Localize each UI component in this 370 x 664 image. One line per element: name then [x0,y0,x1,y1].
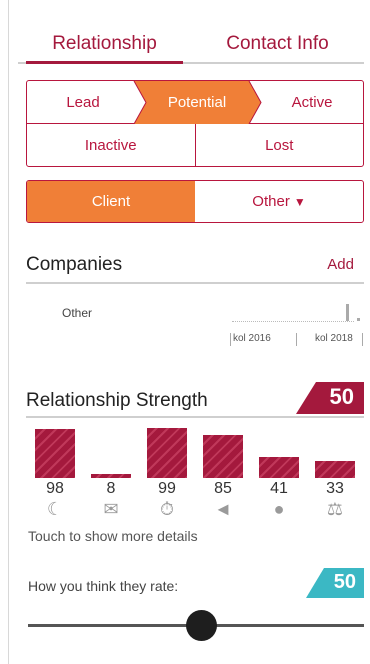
strength-bar[interactable] [203,435,243,478]
strength-bar[interactable] [91,474,131,478]
timeline-marker [346,304,349,321]
stage-active[interactable]: Active [259,81,363,124]
companies-header: Companies Add [26,254,364,284]
strength-bars[interactable] [30,420,360,478]
company-row-label: Other [62,306,93,320]
stage-inactive[interactable]: Inactive [27,124,195,166]
strength-score: 50 [329,384,354,409]
timeline-tick [230,333,231,346]
timeline-dot [357,318,360,321]
strength-bar[interactable] [259,457,299,478]
strength-bar[interactable] [147,428,187,478]
scales-icon: ⚖ [326,499,344,519]
strength-value: 41 [270,480,288,497]
strength-score-badge: 50 [296,382,364,414]
stage-lost[interactable]: Lost [194,124,364,166]
type-selector: Client Other ▼ [26,180,364,223]
timeline-tick [362,333,363,346]
companies-title: Companies [26,254,123,275]
rating-label: How you think they rate: [28,578,179,594]
lightbulb-icon: ● [273,499,285,519]
timeline-dotted-line [232,321,354,322]
strength-value: 8 [106,480,116,497]
strength-bar[interactable] [35,429,75,478]
tab-bar: Relationship Contact Info [18,30,364,64]
timeline-label-end: kol 2018 [315,333,353,344]
stage-lead[interactable]: Lead [27,81,139,124]
caret-down-icon: ▼ [293,195,306,209]
rating-slider-thumb[interactable] [186,610,217,641]
stage-potential[interactable]: Potential [142,81,252,124]
tab-relationship[interactable]: Relationship [18,30,191,64]
stopwatch-icon: ⏱ [159,499,175,519]
rating-value: 50 [333,571,356,593]
stage-selector: Lead Potential Active Inactive Lost [26,80,364,167]
add-company-link[interactable]: Add [327,256,354,273]
stage-row-closed: Inactive Lost [27,124,364,166]
details-hint[interactable]: Touch to show more details [28,528,198,544]
strength-value: 85 [214,480,232,497]
type-other-dropdown[interactable]: Other ▼ [195,181,363,222]
chat-icon: ✉ [103,499,119,519]
moon-icon: ☾ [46,499,64,519]
strength-bar[interactable] [315,461,355,478]
tab-contact-info[interactable]: Contact Info [191,30,364,62]
type-other-label: Other [252,193,290,210]
timeline-label-start: kol 2016 [233,333,271,344]
stage-row-pipeline: Lead Potential Active [27,81,363,124]
rating-badge: 50 [306,568,364,598]
timeline-tick [296,333,297,346]
strength-value: 33 [326,480,344,497]
megaphone-icon: ◄ [214,499,232,519]
strength-value: 99 [158,480,176,497]
type-client-button[interactable]: Client [27,181,195,222]
strength-value: 98 [46,480,64,497]
